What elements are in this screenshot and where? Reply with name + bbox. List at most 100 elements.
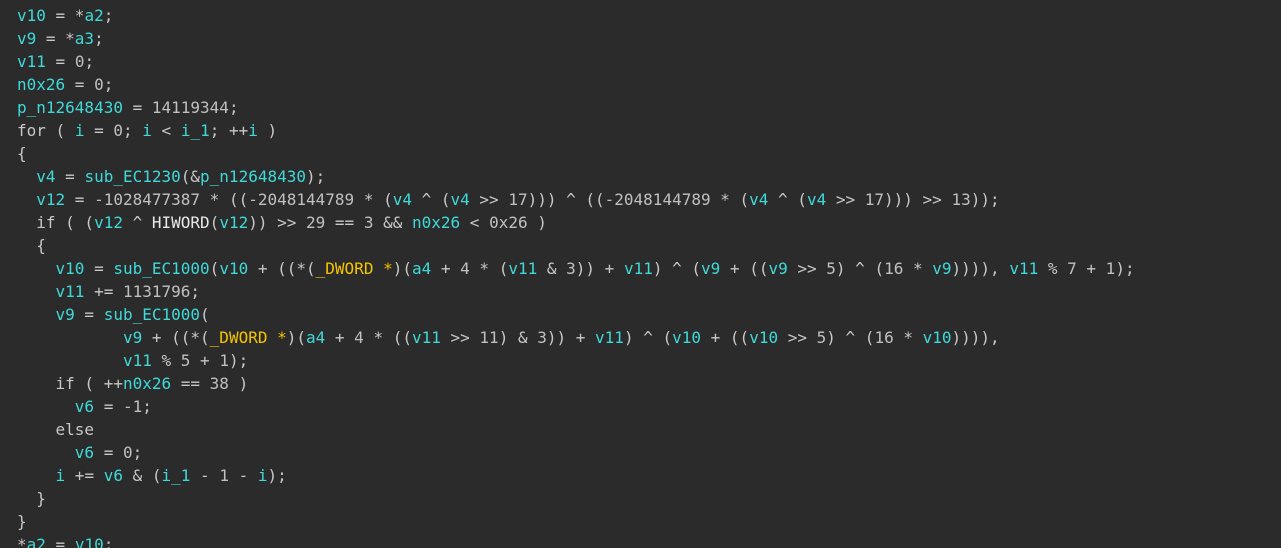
- identifier-token[interactable]: v9: [17, 29, 36, 48]
- identifier-token[interactable]: v4: [807, 190, 826, 209]
- code-line[interactable]: v10 = *a2;: [17, 4, 1281, 27]
- code-line[interactable]: {: [17, 234, 1281, 257]
- operator-token: ;: [123, 121, 143, 140]
- code-line[interactable]: }: [17, 487, 1281, 510]
- code-line[interactable]: v11 += 1131796;: [17, 280, 1281, 303]
- identifier-token[interactable]: v11: [123, 351, 152, 370]
- code-line[interactable]: n0x26 = 0;: [17, 73, 1281, 96]
- operator-token: ^: [122, 213, 152, 232]
- identifier-token[interactable]: a3: [75, 29, 94, 48]
- identifier-token[interactable]: v10: [75, 535, 104, 548]
- identifier-token[interactable]: v9: [56, 305, 75, 324]
- number-token: 4: [354, 328, 364, 347]
- code-line[interactable]: {: [17, 142, 1281, 165]
- code-line[interactable]: if ( ++n0x26 == 38 ): [17, 372, 1281, 395]
- code-line[interactable]: p_n12648430 = 14119344;: [17, 96, 1281, 119]
- operator-token: =: [122, 98, 152, 117]
- identifier-token[interactable]: v11: [595, 328, 624, 347]
- vertical-scrollbar[interactable]: [1269, 0, 1281, 548]
- operator-token: ;: [103, 75, 114, 94]
- operator-token: (&: [180, 167, 201, 186]
- identifier-token[interactable]: i_1: [181, 121, 210, 140]
- operator-token: +: [1076, 259, 1106, 278]
- operator-token: + ((: [720, 259, 769, 278]
- identifier-token[interactable]: v11: [624, 259, 653, 278]
- identifier-token[interactable]: i: [248, 121, 258, 140]
- identifier-token[interactable]: v6: [75, 443, 94, 462]
- identifier-token[interactable]: a4: [306, 328, 325, 347]
- operator-token: * (: [710, 190, 750, 209]
- code-line[interactable]: v11 = 0;: [17, 50, 1281, 73]
- identifier-token[interactable]: a2: [27, 535, 46, 548]
- operator-token: =: [84, 121, 114, 140]
- identifier-token[interactable]: v6: [104, 466, 123, 485]
- code-line[interactable]: else: [17, 418, 1281, 441]
- identifier-token[interactable]: v12: [219, 213, 248, 232]
- code-line[interactable]: v9 + ((*(_DWORD *)(a4 + 4 * ((v11 >> 11)…: [17, 326, 1281, 349]
- identifier-token[interactable]: v4: [451, 190, 470, 209]
- pseudocode-view[interactable]: v10 = *a2; v9 = *a3; v11 = 0; n0x26 = 0; p_n…: [0, 0, 1281, 548]
- number-token: 0: [74, 52, 85, 71]
- identifier-token[interactable]: n0x26: [412, 213, 460, 232]
- code-line[interactable]: v4 = sub_EC1230(&p_n12648430);: [17, 165, 1281, 188]
- code-line[interactable]: v6 = 0;: [17, 441, 1281, 464]
- code-line[interactable]: if ( (v12 ^ HIWORD(v12)) >> 29 == 3 && n…: [17, 211, 1281, 234]
- identifier-token[interactable]: a4: [412, 259, 431, 278]
- code-line[interactable]: *a2 = v10;: [17, 533, 1281, 548]
- code-line[interactable]: for ( i = 0; i < i_1; ++i ): [17, 119, 1281, 142]
- code-line[interactable]: i += v6 & (i_1 - 1 - i);: [17, 464, 1281, 487]
- operator-token: )))),: [951, 259, 1010, 278]
- identifier-token[interactable]: v9: [123, 328, 142, 347]
- identifier-token[interactable]: v10: [672, 328, 701, 347]
- identifier-token[interactable]: n0x26: [123, 374, 171, 393]
- identifier-token[interactable]: i: [142, 121, 152, 140]
- type-token: _DWORD *: [209, 328, 287, 347]
- identifier-token[interactable]: v9: [701, 259, 720, 278]
- identifier-token[interactable]: sub_EC1230: [84, 167, 180, 186]
- identifier-token[interactable]: v10: [219, 259, 248, 278]
- identifier-token[interactable]: p_n12648430: [17, 98, 123, 117]
- identifier-token[interactable]: n0x26: [17, 75, 65, 94]
- identifier-token[interactable]: v11: [1009, 259, 1038, 278]
- code-line[interactable]: v11 % 5 + 1);: [17, 349, 1281, 372]
- identifier-token[interactable]: v10: [17, 6, 46, 25]
- identifier-token[interactable]: v4: [749, 190, 768, 209]
- code-listing[interactable]: v10 = *a2; v9 = *a3; v11 = 0; n0x26 = 0; p_n…: [17, 4, 1281, 548]
- identifier-token[interactable]: v6: [75, 397, 94, 416]
- identifier-token[interactable]: v12: [94, 213, 123, 232]
- code-line[interactable]: v6 = -1;: [17, 395, 1281, 418]
- code-line[interactable]: v10 = sub_EC1000(v10 + ((*(_DWORD *)(a4 …: [17, 257, 1281, 280]
- code-line[interactable]: v9 = sub_EC1000(: [17, 303, 1281, 326]
- code-line[interactable]: v9 = *a3;: [17, 27, 1281, 50]
- operator-token: {: [17, 144, 27, 163]
- identifier-token[interactable]: v11: [508, 259, 537, 278]
- code-line[interactable]: }: [17, 510, 1281, 533]
- identifier-token[interactable]: v9: [932, 259, 951, 278]
- identifier-token[interactable]: v11: [412, 328, 441, 347]
- identifier-token[interactable]: v10: [923, 328, 952, 347]
- code-line[interactable]: v12 = -1028477387 * ((-2048144789 * (v4 …: [17, 188, 1281, 211]
- identifier-token[interactable]: v4: [36, 167, 55, 186]
- identifier-token[interactable]: i: [75, 121, 85, 140]
- operator-token: ) ^ (: [652, 259, 702, 278]
- identifier-token[interactable]: v4: [393, 190, 412, 209]
- identifier-token[interactable]: a2: [84, 6, 103, 25]
- operator-token: );: [228, 351, 249, 370]
- identifier-token[interactable]: v9: [768, 259, 787, 278]
- identifier-token[interactable]: v11: [17, 52, 46, 71]
- identifier-token[interactable]: p_n12648430: [200, 167, 306, 186]
- identifier-token[interactable]: v10: [56, 259, 85, 278]
- identifier-token[interactable]: i_1: [162, 466, 191, 485]
- identifier-token[interactable]: i: [56, 466, 66, 485]
- operator-token: )) +: [575, 259, 624, 278]
- identifier-token[interactable]: sub_EC1000: [113, 259, 209, 278]
- identifier-token[interactable]: v12: [36, 190, 65, 209]
- number-token: 3: [363, 213, 374, 232]
- identifier-token[interactable]: v10: [749, 328, 778, 347]
- identifier-token[interactable]: i: [258, 466, 268, 485]
- operator-token: }: [17, 489, 46, 508]
- identifier-token[interactable]: v11: [56, 282, 85, 301]
- identifier-token[interactable]: sub_EC1000: [104, 305, 200, 324]
- number-token: 16: [884, 259, 904, 278]
- operator-token: )(: [286, 328, 306, 347]
